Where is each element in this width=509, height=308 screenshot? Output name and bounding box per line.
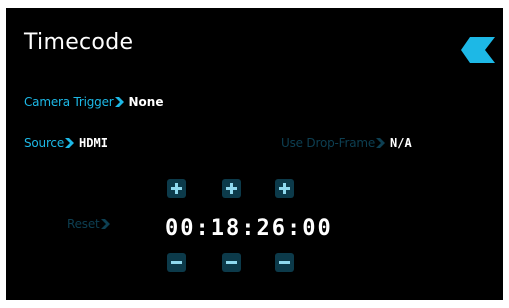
drop-frame-row: Use Drop-Frame N/A xyxy=(281,136,412,150)
camera-trigger-row[interactable]: Camera Trigger None xyxy=(24,95,163,109)
seconds-increment-button[interactable] xyxy=(275,179,294,198)
source-label: Source xyxy=(24,136,65,150)
minus-icon xyxy=(226,261,237,264)
drop-frame-label: Use Drop-Frame xyxy=(281,136,376,150)
camera-trigger-label: Camera Trigger xyxy=(24,95,114,109)
chevron-right-icon xyxy=(376,138,386,148)
minus-icon xyxy=(279,261,290,264)
source-value: HDMI xyxy=(79,136,108,150)
drop-frame-value: N/A xyxy=(390,136,412,150)
camera-trigger-value: None xyxy=(128,95,164,109)
source-row[interactable]: Source HDMI xyxy=(24,136,108,150)
minus-icon xyxy=(171,261,182,264)
timecode-display: 00:18:26:00 xyxy=(165,216,333,241)
minutes-decrement-button[interactable] xyxy=(222,253,241,272)
chevron-right-icon xyxy=(100,219,110,229)
hours-decrement-button[interactable] xyxy=(167,253,186,272)
reset-label: Reset xyxy=(67,217,100,231)
back-button[interactable] xyxy=(461,37,495,63)
reset-button: Reset xyxy=(67,217,115,231)
minutes-increment-button[interactable] xyxy=(222,179,241,198)
hours-increment-button[interactable] xyxy=(167,179,186,198)
page-title: Timecode xyxy=(24,30,134,55)
chevron-right-icon xyxy=(114,97,124,107)
chevron-right-icon xyxy=(65,138,75,148)
seconds-decrement-button[interactable] xyxy=(275,253,294,272)
back-chevron-icon xyxy=(461,37,495,63)
timecode-screen: Timecode Camera Trigger None Source HDMI… xyxy=(6,8,503,300)
